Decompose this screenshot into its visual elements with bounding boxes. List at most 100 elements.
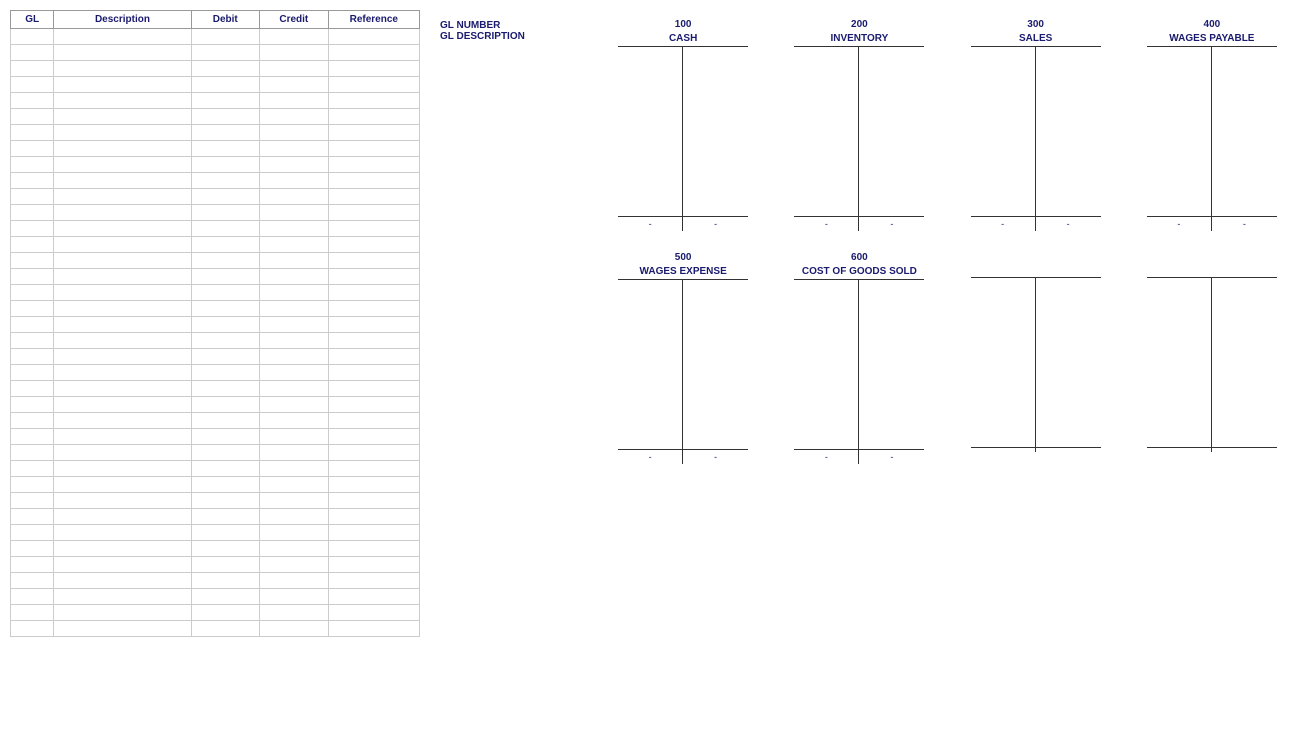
journal-cell[interactable] — [260, 397, 329, 413]
journal-cell[interactable] — [54, 493, 191, 509]
journal-cell[interactable] — [11, 509, 54, 525]
journal-cell[interactable] — [11, 397, 54, 413]
journal-cell[interactable] — [328, 541, 419, 557]
journal-cell[interactable] — [11, 381, 54, 397]
journal-cell[interactable] — [11, 109, 54, 125]
journal-cell[interactable] — [11, 477, 54, 493]
journal-cell[interactable] — [54, 589, 191, 605]
journal-cell[interactable] — [191, 269, 260, 285]
journal-cell[interactable] — [54, 525, 191, 541]
journal-cell[interactable] — [260, 333, 329, 349]
journal-cell[interactable] — [54, 605, 191, 621]
journal-cell[interactable] — [11, 29, 54, 45]
journal-cell[interactable] — [191, 429, 260, 445]
journal-cell[interactable] — [54, 157, 191, 173]
journal-cell[interactable] — [328, 61, 419, 77]
journal-cell[interactable] — [191, 605, 260, 621]
journal-cell[interactable] — [11, 605, 54, 621]
journal-cell[interactable] — [54, 381, 191, 397]
journal-cell[interactable] — [328, 141, 419, 157]
journal-cell[interactable] — [11, 253, 54, 269]
journal-cell[interactable] — [54, 541, 191, 557]
journal-cell[interactable] — [260, 93, 329, 109]
journal-cell[interactable] — [328, 381, 419, 397]
journal-cell[interactable] — [11, 333, 54, 349]
journal-cell[interactable] — [54, 397, 191, 413]
journal-cell[interactable] — [191, 365, 260, 381]
journal-cell[interactable] — [11, 429, 54, 445]
journal-cell[interactable] — [11, 173, 54, 189]
journal-cell[interactable] — [11, 493, 54, 509]
journal-cell[interactable] — [54, 109, 191, 125]
journal-cell[interactable] — [260, 109, 329, 125]
journal-cell[interactable] — [328, 317, 419, 333]
journal-cell[interactable] — [260, 253, 329, 269]
journal-cell[interactable] — [11, 413, 54, 429]
journal-cell[interactable] — [191, 29, 260, 45]
journal-cell[interactable] — [328, 589, 419, 605]
journal-cell[interactable] — [54, 461, 191, 477]
journal-cell[interactable] — [260, 141, 329, 157]
journal-cell[interactable] — [260, 29, 329, 45]
journal-cell[interactable] — [260, 45, 329, 61]
journal-cell[interactable] — [328, 157, 419, 173]
journal-cell[interactable] — [328, 365, 419, 381]
journal-cell[interactable] — [11, 125, 54, 141]
journal-cell[interactable] — [54, 61, 191, 77]
journal-cell[interactable] — [260, 77, 329, 93]
journal-cell[interactable] — [11, 269, 54, 285]
journal-cell[interactable] — [191, 413, 260, 429]
journal-cell[interactable] — [260, 493, 329, 509]
journal-cell[interactable] — [191, 237, 260, 253]
journal-cell[interactable] — [191, 557, 260, 573]
journal-cell[interactable] — [54, 77, 191, 93]
journal-cell[interactable] — [191, 397, 260, 413]
journal-cell[interactable] — [260, 157, 329, 173]
journal-cell[interactable] — [11, 93, 54, 109]
journal-cell[interactable] — [260, 525, 329, 541]
journal-cell[interactable] — [54, 189, 191, 205]
journal-cell[interactable] — [260, 461, 329, 477]
journal-cell[interactable] — [260, 429, 329, 445]
journal-cell[interactable] — [11, 589, 54, 605]
journal-cell[interactable] — [191, 445, 260, 461]
journal-cell[interactable] — [328, 445, 419, 461]
journal-cell[interactable] — [260, 445, 329, 461]
journal-cell[interactable] — [328, 349, 419, 365]
journal-cell[interactable] — [191, 45, 260, 61]
journal-cell[interactable] — [11, 349, 54, 365]
journal-cell[interactable] — [11, 237, 54, 253]
journal-cell[interactable] — [328, 205, 419, 221]
journal-cell[interactable] — [54, 173, 191, 189]
journal-cell[interactable] — [260, 381, 329, 397]
journal-cell[interactable] — [11, 317, 54, 333]
journal-cell[interactable] — [260, 541, 329, 557]
journal-cell[interactable] — [260, 317, 329, 333]
journal-cell[interactable] — [191, 173, 260, 189]
journal-cell[interactable] — [260, 365, 329, 381]
journal-cell[interactable] — [11, 301, 54, 317]
journal-cell[interactable] — [191, 349, 260, 365]
journal-cell[interactable] — [260, 573, 329, 589]
journal-cell[interactable] — [54, 317, 191, 333]
journal-cell[interactable] — [260, 237, 329, 253]
journal-cell[interactable] — [328, 29, 419, 45]
journal-cell[interactable] — [54, 29, 191, 45]
journal-cell[interactable] — [328, 413, 419, 429]
journal-cell[interactable] — [260, 413, 329, 429]
journal-cell[interactable] — [191, 253, 260, 269]
journal-cell[interactable] — [191, 493, 260, 509]
journal-cell[interactable] — [191, 381, 260, 397]
journal-cell[interactable] — [328, 509, 419, 525]
journal-cell[interactable] — [191, 461, 260, 477]
journal-cell[interactable] — [191, 221, 260, 237]
journal-cell[interactable] — [54, 141, 191, 157]
journal-cell[interactable] — [11, 189, 54, 205]
journal-cell[interactable] — [260, 605, 329, 621]
journal-cell[interactable] — [54, 349, 191, 365]
journal-cell[interactable] — [328, 301, 419, 317]
journal-cell[interactable] — [191, 541, 260, 557]
journal-cell[interactable] — [260, 205, 329, 221]
journal-cell[interactable] — [11, 141, 54, 157]
journal-cell[interactable] — [54, 413, 191, 429]
